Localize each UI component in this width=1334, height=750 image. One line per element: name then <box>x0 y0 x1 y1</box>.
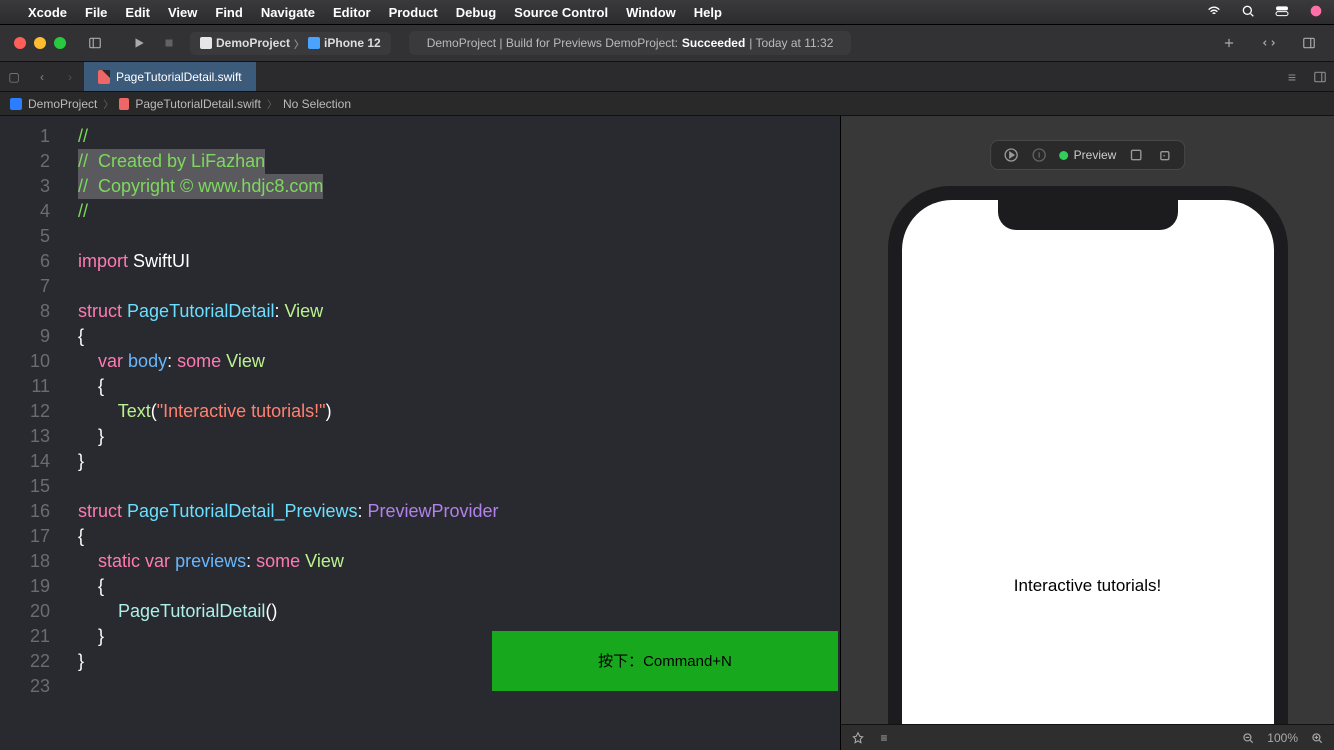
preview-canvas[interactable]: Preview Interactive tutorials! ≡ 100% <box>840 116 1334 750</box>
minimap-button[interactable]: ≡ <box>1278 69 1306 85</box>
control-center-icon[interactable] <box>1274 3 1290 22</box>
zoom-in-button[interactable] <box>1310 731 1324 745</box>
source-editor[interactable]: 1234567891011121314151617181920212223 //… <box>0 116 840 750</box>
wifi-icon[interactable] <box>1206 3 1222 22</box>
line-number-gutter[interactable]: 1234567891011121314151617181920212223 <box>0 124 62 699</box>
related-items-button[interactable]: ▢ <box>0 70 28 84</box>
close-window-button[interactable] <box>14 37 26 49</box>
preview-text-label: Interactive tutorials! <box>1014 576 1161 596</box>
editor-tab[interactable]: PageTutorialDetail.swift <box>84 62 256 91</box>
device-notch <box>998 200 1178 230</box>
window-controls <box>0 37 80 49</box>
preview-status[interactable]: Preview <box>1059 148 1117 162</box>
menu-find[interactable]: Find <box>215 5 242 20</box>
device-screen[interactable]: Interactive tutorials! <box>902 200 1274 750</box>
editor-tabbar: ▢ ‹ › PageTutorialDetail.swift ≡ <box>0 62 1334 92</box>
macos-menubar: Xcode File Edit View Find Navigate Edito… <box>0 0 1334 24</box>
status-result: Succeeded <box>682 36 745 50</box>
pin-preview-button[interactable] <box>851 731 865 745</box>
nav-back-button[interactable]: ‹ <box>28 70 56 84</box>
device-settings-button[interactable] <box>1128 147 1144 163</box>
inspect-preview-button[interactable] <box>1031 147 1047 163</box>
menu-editor[interactable]: Editor <box>333 5 371 20</box>
activity-viewer[interactable]: DemoProject | Build for Previews DemoPro… <box>409 31 852 55</box>
duplicate-preview-button[interactable] <box>1156 147 1172 163</box>
code-review-button[interactable] <box>1256 31 1282 55</box>
menu-debug[interactable]: Debug <box>456 5 496 20</box>
menu-source-control[interactable]: Source Control <box>514 5 608 20</box>
adjust-editor-button[interactable] <box>1306 70 1334 84</box>
breadcrumb-project[interactable]: DemoProject <box>28 97 97 111</box>
menu-navigate[interactable]: Navigate <box>261 5 315 20</box>
scheme-device-label: iPhone 12 <box>324 36 381 50</box>
menu-help[interactable]: Help <box>694 5 722 20</box>
swift-file-icon <box>98 70 110 84</box>
zoom-out-button[interactable] <box>1241 731 1255 745</box>
status-text: DemoProject | Build for Previews DemoPro… <box>427 36 678 50</box>
menu-file[interactable]: File <box>85 5 107 20</box>
menu-edit[interactable]: Edit <box>125 5 150 20</box>
library-add-button[interactable] <box>1216 31 1242 55</box>
spotlight-icon[interactable] <box>1240 3 1256 22</box>
canvas-settings-button[interactable]: ≡ <box>877 731 891 745</box>
preview-label: Preview <box>1074 148 1117 162</box>
swift-file-icon <box>119 98 129 110</box>
status-dot-icon <box>1059 151 1068 160</box>
preview-toolbar: Preview <box>990 140 1186 170</box>
canvas-footer: ≡ 100% <box>841 724 1334 750</box>
xcode-toolbar: DemoProject 〉 iPhone 12 DemoProject | Bu… <box>0 24 1334 62</box>
menu-view[interactable]: View <box>168 5 197 20</box>
app-menu[interactable]: Xcode <box>28 5 67 20</box>
chevron-right-icon: 〉 <box>103 96 113 111</box>
breadcrumb-selection[interactable]: No Selection <box>283 97 351 111</box>
device-frame: Interactive tutorials! <box>888 186 1288 750</box>
toggle-navigator-button[interactable] <box>82 31 108 55</box>
chevron-right-icon: 〉 <box>267 96 277 111</box>
siri-icon[interactable] <box>1308 3 1324 22</box>
run-button[interactable] <box>126 31 152 55</box>
menu-product[interactable]: Product <box>389 5 438 20</box>
jump-bar[interactable]: DemoProject 〉 PageTutorialDetail.swift 〉… <box>0 92 1334 116</box>
zoom-window-button[interactable] <box>54 37 66 49</box>
nav-forward-button[interactable]: › <box>56 70 84 84</box>
minimize-window-button[interactable] <box>34 37 46 49</box>
scheme-selector[interactable]: DemoProject 〉 iPhone 12 <box>190 32 391 55</box>
stop-button[interactable] <box>156 31 182 55</box>
breadcrumb-file[interactable]: PageTutorialDetail.swift <box>135 97 261 111</box>
zoom-level-label[interactable]: 100% <box>1267 731 1298 745</box>
app-icon <box>200 37 212 49</box>
toggle-inspectors-button[interactable] <box>1296 31 1322 55</box>
menu-window[interactable]: Window <box>626 5 676 20</box>
project-icon <box>10 98 22 110</box>
code-area[interactable]: //// Created by LiFazhan// Copyright © w… <box>78 124 840 699</box>
chevron-right-icon: 〉 <box>294 36 304 51</box>
live-preview-button[interactable] <box>1003 147 1019 163</box>
tab-filename: PageTutorialDetail.swift <box>116 70 242 84</box>
scheme-target-label: DemoProject <box>216 36 290 50</box>
device-icon <box>308 37 320 49</box>
status-time: | Today at 11:32 <box>749 36 833 50</box>
instruction-overlay: 按下：Command+N <box>492 631 838 691</box>
